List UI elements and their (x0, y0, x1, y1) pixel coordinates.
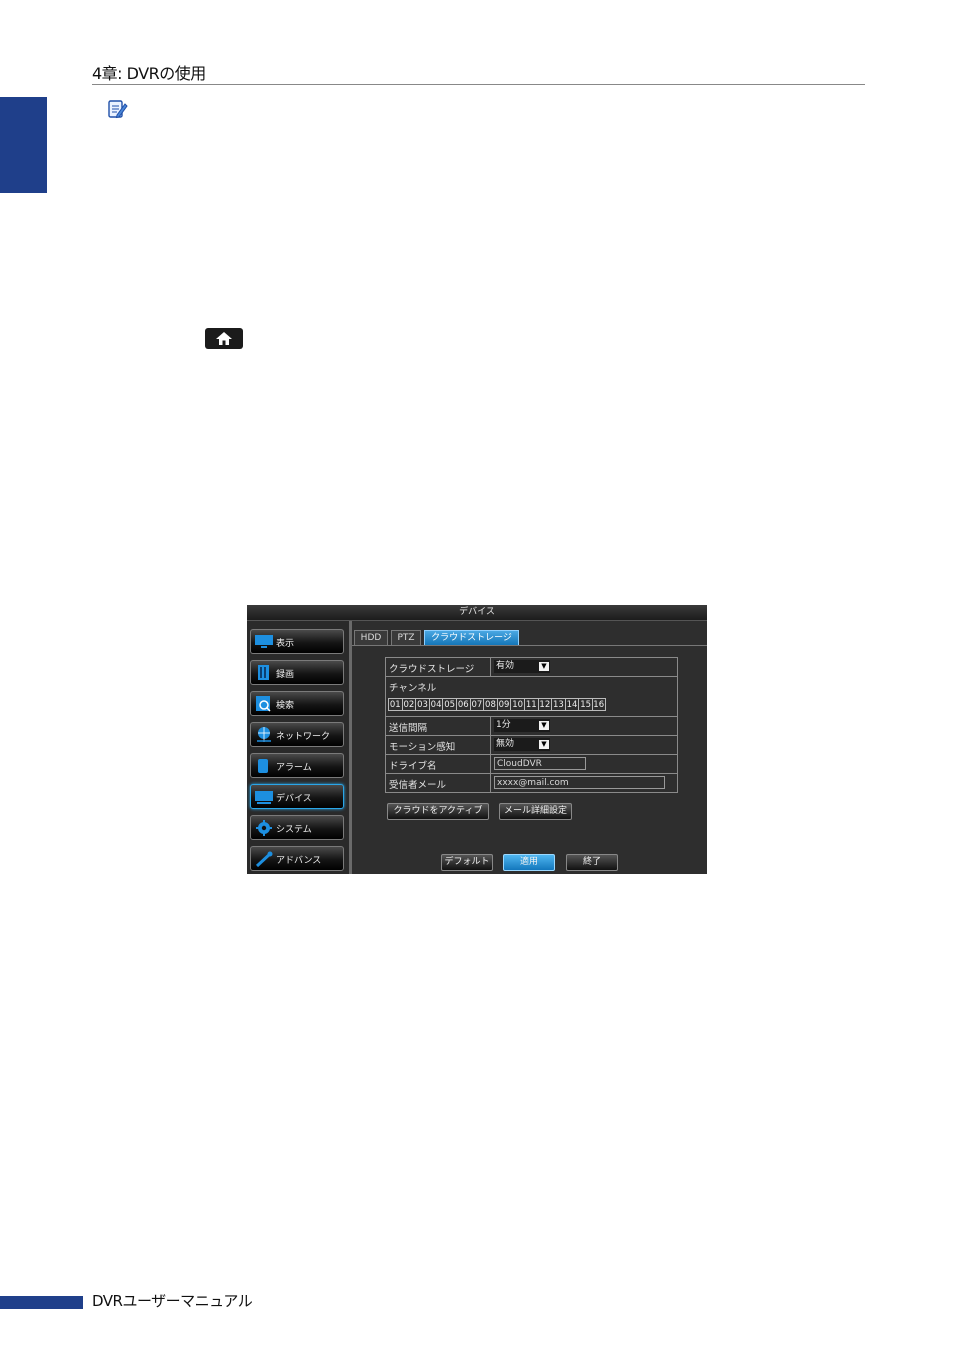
chevron-down-icon: ▼ (539, 721, 549, 730)
cloud-storage-form: クラウドストレージ 有効 ▼ チャンネル 01 02 03 04 05 06 0… (385, 657, 678, 793)
film-icon (258, 665, 269, 680)
channel-checkbox[interactable]: 14 (564, 698, 579, 711)
menu-label: アラーム (276, 763, 312, 773)
channel-checkbox[interactable]: 04 (428, 698, 443, 711)
chapter-side-tab (0, 97, 47, 193)
drive-name-label: ドライブ名 (389, 761, 437, 772)
dvr-sidebar: 表示 録画 検索 ネットワーク アラーム デバイス システム アドバンス (247, 621, 349, 874)
send-interval-label: 送信間隔 (389, 723, 428, 734)
footer-bar (0, 1296, 83, 1309)
tab-hdd[interactable]: HDD (354, 630, 388, 645)
mail-settings-button[interactable]: メール詳細設定 (499, 803, 572, 820)
cloud-storage-select[interactable]: 有効 ▼ (494, 660, 550, 673)
channel-checkbox[interactable]: 12 (537, 698, 552, 711)
motion-detect-label: モーション感知 (389, 742, 456, 753)
channel-checkbox[interactable]: 09 (496, 698, 511, 711)
recipient-email-input[interactable]: xxxx@mail.com (494, 776, 665, 789)
channel-checkbox[interactable]: 03 (415, 698, 429, 711)
menu-item-device[interactable]: デバイス (250, 784, 344, 809)
send-interval-select[interactable]: 1分 ▼ (494, 719, 550, 732)
menu-item-network[interactable]: ネットワーク (250, 722, 344, 747)
channel-checkbox[interactable]: 06 (455, 698, 470, 711)
dvr-device-settings-screen: デバイス 表示 録画 検索 ネットワーク アラーム デバイス システム アドバン… (247, 605, 707, 874)
recipient-email-row: 受信者メール xxxx@mail.com (386, 774, 677, 792)
menu-item-alarm[interactable]: アラーム (250, 753, 344, 778)
motion-detect-select[interactable]: 無効 ▼ (494, 738, 550, 751)
channel-checkbox[interactable]: 02 (401, 698, 416, 711)
menu-label: ネットワーク (276, 732, 331, 742)
device-icon (255, 791, 273, 804)
recipient-email-label: 受信者メール (389, 780, 447, 791)
note-pencil-icon (108, 100, 128, 119)
wrench-icon (255, 851, 273, 867)
menu-label: 表示 (276, 639, 295, 649)
channel-checkbox[interactable]: 16 (591, 698, 606, 711)
channel-checkbox[interactable]: 08 (483, 698, 497, 711)
apply-button[interactable]: 適用 (503, 854, 555, 871)
drive-name-input[interactable]: CloudDVR (494, 757, 586, 770)
menu-item-record[interactable]: 録画 (250, 660, 344, 685)
alarm-icon (258, 759, 268, 773)
dvr-main-panel: HDD PTZ クラウドストレージ クラウドストレージ 有効 ▼ チャンネル 0… (352, 621, 707, 874)
tab-ptz[interactable]: PTZ (391, 630, 421, 645)
gear-icon (256, 820, 272, 836)
menu-item-system[interactable]: システム (250, 815, 344, 840)
menu-label: 録画 (276, 670, 295, 680)
cloud-storage-label: クラウドストレージ (389, 664, 475, 675)
tab-underline (352, 645, 707, 646)
chapter-title: 4章: DVRの使用 (92, 64, 206, 83)
menu-label: デバイス (276, 794, 312, 804)
dvr-window-title: デバイス (247, 605, 707, 621)
home-icon (216, 332, 232, 345)
channel-checkbox[interactable]: 07 (469, 698, 484, 711)
menu-item-advanced[interactable]: アドバンス (250, 846, 344, 871)
channel-checkbox[interactable]: 11 (523, 698, 538, 711)
channel-checkbox[interactable]: 15 (578, 698, 592, 711)
channel-row: チャンネル 01 02 03 04 05 06 07 08 09 10 11 1… (386, 677, 677, 717)
footer-manual-title: DVRユーザーマニュアル (92, 1292, 253, 1310)
channel-checkbox[interactable]: 05 (442, 698, 456, 711)
channel-checkbox[interactable]: 01 (388, 698, 402, 711)
channel-checkbox[interactable]: 13 (551, 698, 565, 711)
channel-label: チャンネル (389, 683, 437, 694)
activate-cloud-button[interactable]: クラウドをアクティブ (387, 803, 489, 820)
exit-button[interactable]: 終了 (566, 854, 618, 871)
menu-item-display[interactable]: 表示 (250, 629, 344, 654)
drive-name-row: ドライブ名 CloudDVR (386, 755, 677, 774)
menu-label: システム (276, 825, 312, 835)
menu-label: 検索 (276, 701, 295, 711)
chevron-down-icon: ▼ (539, 662, 549, 671)
monitor-icon (255, 635, 273, 648)
menu-label: アドバンス (276, 856, 322, 866)
cloud-storage-row: クラウドストレージ 有効 ▼ (386, 658, 677, 677)
tab-cloud-storage[interactable]: クラウドストレージ (424, 630, 519, 645)
channel-grid: 01 02 03 04 05 06 07 08 09 10 11 12 13 1… (388, 698, 606, 712)
channel-checkbox[interactable]: 10 (510, 698, 524, 711)
motion-detect-row: モーション感知 無効 ▼ (386, 736, 677, 755)
magnifier-icon (256, 696, 271, 712)
chevron-down-icon: ▼ (539, 740, 549, 749)
header-divider (92, 84, 865, 85)
globe-icon (257, 727, 271, 742)
home-button (205, 328, 243, 349)
menu-item-search[interactable]: 検索 (250, 691, 344, 716)
default-button[interactable]: デフォルト (441, 854, 493, 871)
send-interval-row: 送信間隔 1分 ▼ (386, 717, 677, 736)
